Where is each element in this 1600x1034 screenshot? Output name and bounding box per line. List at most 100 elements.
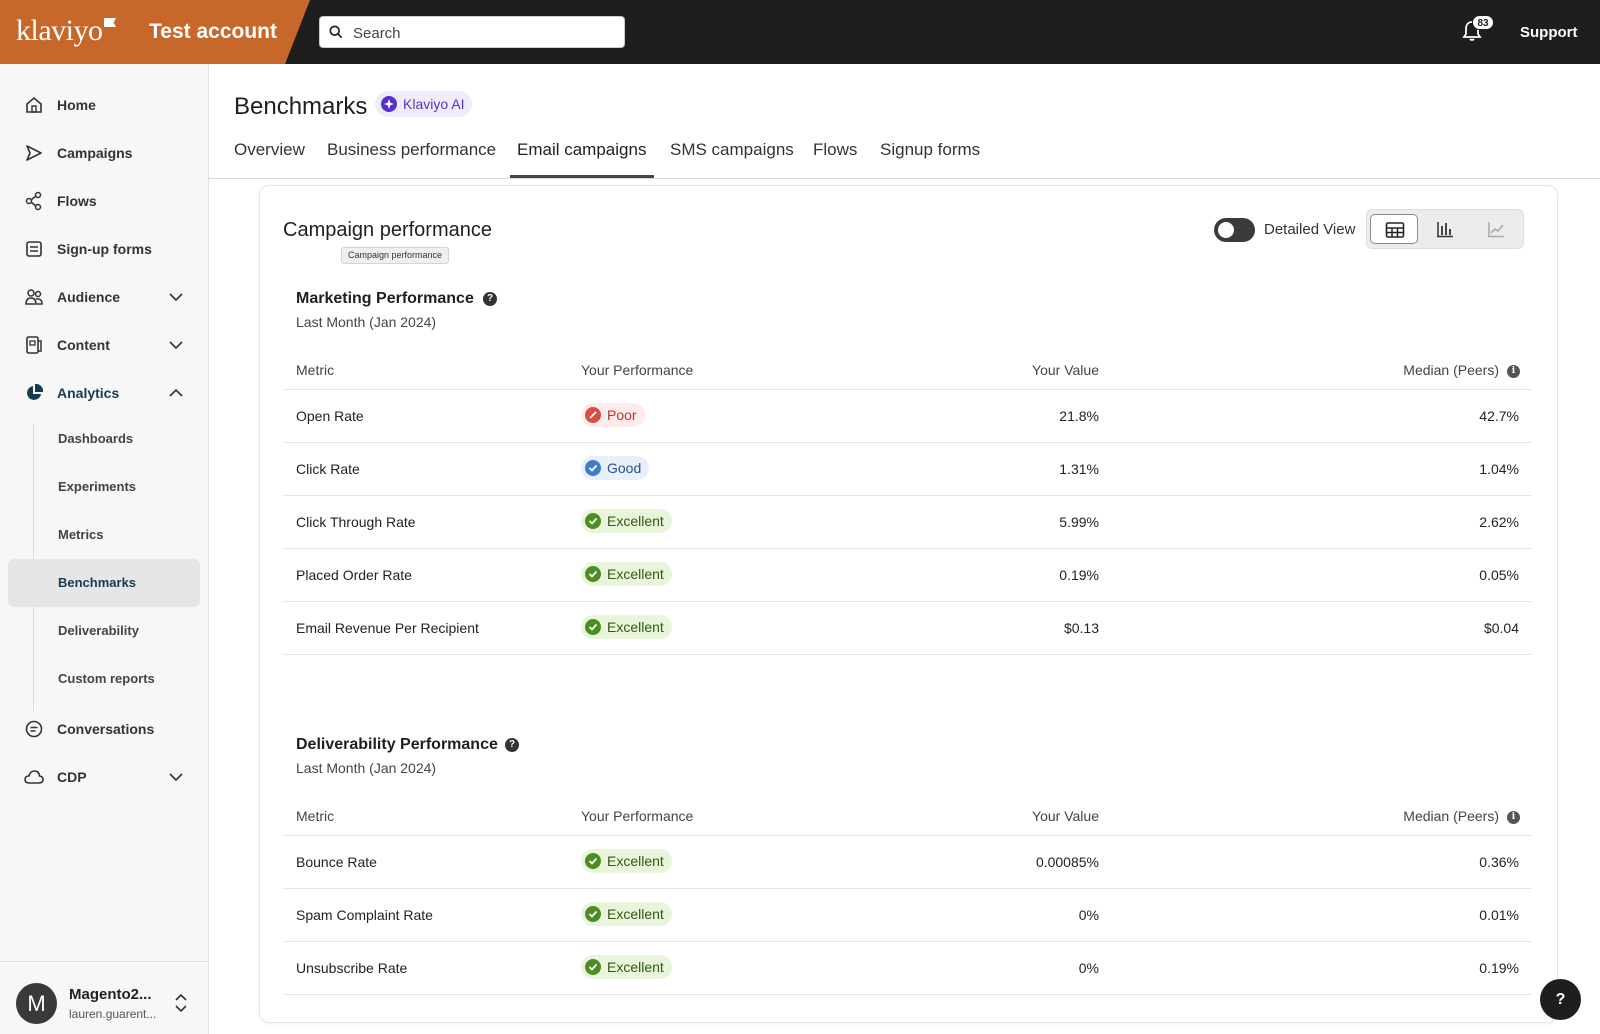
check-icon [585, 906, 601, 922]
support-link[interactable]: Support [1520, 24, 1578, 41]
sidebar-item-sign-up-forms[interactable]: Sign-up forms [8, 227, 200, 271]
sidebar-item-experiments[interactable]: Experiments [8, 463, 200, 511]
table-icon [1385, 222, 1405, 238]
account-switcher[interactable]: M Magento2... lauren.guarent... [0, 961, 209, 1034]
sidebar-item-label: Conversations [57, 721, 155, 737]
card-title: Campaign performance [283, 219, 492, 241]
rating-label: Excellent [607, 906, 664, 922]
view-mode-switch [1366, 209, 1524, 249]
sidebar-item-home[interactable]: Home [8, 83, 200, 127]
line-chart-view-button[interactable] [1472, 214, 1520, 244]
table-row: Bounce Rate Excellent 0.00085% 0.36% [283, 836, 1532, 889]
sidebar-item-custom-reports[interactable]: Custom reports [8, 655, 200, 703]
median-value: 42.7% [1479, 408, 1519, 424]
table-view-button[interactable] [1370, 214, 1418, 244]
rating-label: Good [607, 460, 642, 476]
sidebar-item-label: Metrics [58, 527, 104, 542]
metric-name: Click Rate [296, 461, 360, 477]
tab-flows[interactable]: Flows [813, 140, 857, 179]
poor-icon [585, 407, 601, 423]
sidebar-item-label: Audience [57, 289, 121, 305]
your-value: $0.13 [1063, 620, 1099, 636]
detailed-view-toggle[interactable] [1214, 218, 1255, 242]
chat-icon [25, 720, 43, 738]
bar-chart-icon [1437, 222, 1453, 238]
check-icon [585, 959, 601, 975]
sidebar-item-content[interactable]: Content [8, 323, 200, 367]
sidebar-item-label: Deliverability [58, 623, 139, 638]
metric-name: Email Revenue Per Recipient [296, 620, 479, 636]
your-value: 5.99% [1059, 514, 1099, 530]
form-icon [26, 241, 42, 257]
metric-name: Open Rate [296, 408, 364, 424]
rating-label: Excellent [607, 513, 664, 529]
sidebar-item-audience[interactable]: Audience [8, 275, 200, 319]
help-icon[interactable]: ? [505, 738, 519, 752]
top-bar: klaviyo Test account Search 83 Support [0, 0, 1600, 64]
marketing-table-header: Metric Your Performance Your Value Media… [283, 351, 1532, 390]
table-row: Open Rate Poor 21.8% 42.7% [283, 390, 1532, 443]
tab-business-performance[interactable]: Business performance [327, 140, 496, 179]
metric-name: Unsubscribe Rate [296, 960, 408, 976]
table-row: Email Revenue Per Recipient Excellent $0… [283, 602, 1532, 655]
detailed-view-label: Detailed View [1264, 221, 1356, 238]
chevron-down-icon [169, 773, 183, 782]
table-row: Click Through Rate Excellent 5.99% 2.62% [283, 496, 1532, 549]
sidebar-item-label: Dashboards [58, 431, 134, 446]
sidebar-item-campaigns[interactable]: Campaigns [8, 131, 200, 175]
help-icon[interactable]: ? [483, 292, 497, 306]
deliverability-section-title: Deliverability Performance [296, 736, 498, 753]
marketing-period: Last Month (Jan 2024) [296, 314, 437, 330]
rating-label: Excellent [607, 619, 664, 635]
tab-bar: Overview Business performance Email camp… [209, 130, 1600, 179]
user-name: Magento2... [69, 986, 152, 1003]
tab-overview[interactable]: Overview [234, 140, 305, 179]
sidebar-item-benchmarks[interactable]: Benchmarks [8, 559, 200, 607]
sidebar-item-cdp[interactable]: CDP [8, 755, 200, 799]
col-your-value: Your Value [1032, 808, 1099, 824]
sidebar-item-label: Sign-up forms [57, 241, 152, 257]
rating-label: Excellent [607, 959, 664, 975]
account-name[interactable]: Test account [149, 20, 277, 44]
avatar: M [16, 983, 57, 1024]
search-input[interactable]: Search [319, 16, 625, 48]
sidebar-item-label: CDP [57, 769, 87, 785]
pie-chart-icon [27, 383, 44, 400]
ai-badge-label: Klaviyo AI [403, 96, 465, 112]
median-value: 2.62% [1479, 514, 1519, 530]
tab-email-campaigns[interactable]: Email campaigns [517, 140, 646, 179]
help-button[interactable]: ? [1540, 979, 1581, 1020]
klaviyo-ai-badge[interactable]: Klaviyo AI [375, 91, 473, 117]
chevron-up-down-icon [175, 993, 187, 1013]
median-value: $0.04 [1483, 620, 1519, 636]
rating-badge-excellent: Excellent [581, 615, 672, 639]
rating-label: Poor [607, 407, 637, 423]
rating-badge-excellent: Excellent [581, 509, 672, 533]
table-row: Unsubscribe Rate Excellent 0% 0.19% [283, 942, 1532, 995]
active-tab-indicator [510, 175, 654, 178]
sidebar-item-deliverability[interactable]: Deliverability [8, 607, 200, 655]
sidebar-item-conversations[interactable]: Conversations [8, 707, 200, 751]
sidebar-item-flows[interactable]: Flows [8, 179, 200, 223]
bar-chart-view-button[interactable] [1421, 214, 1469, 244]
tab-sms-campaigns[interactable]: SMS campaigns [670, 140, 794, 179]
median-value: 0.05% [1479, 567, 1519, 583]
your-value: 21.8% [1059, 408, 1099, 424]
col-your-performance: Your Performance [581, 808, 694, 824]
info-icon[interactable]: i [1507, 811, 1520, 824]
col-median-peers: Median (Peers) [1403, 808, 1499, 824]
sidebar-item-label: Home [57, 97, 96, 113]
sidebar-item-dashboards[interactable]: Dashboards [8, 415, 200, 463]
sidebar-item-label: Custom reports [58, 671, 155, 686]
table-row: Click Rate Good 1.31% 1.04% [283, 443, 1532, 496]
sidebar-item-metrics[interactable]: Metrics [8, 511, 200, 559]
content-icon [26, 336, 42, 354]
line-chart-icon [1488, 222, 1504, 238]
flows-icon [25, 191, 42, 211]
info-icon[interactable]: i [1507, 365, 1520, 378]
check-icon [585, 566, 601, 582]
klaviyo-logo[interactable]: klaviyo [16, 14, 103, 48]
sidebar-item-analytics[interactable]: Analytics [8, 371, 200, 415]
median-value: 0.36% [1479, 854, 1519, 870]
tab-signup-forms[interactable]: Signup forms [880, 140, 980, 179]
